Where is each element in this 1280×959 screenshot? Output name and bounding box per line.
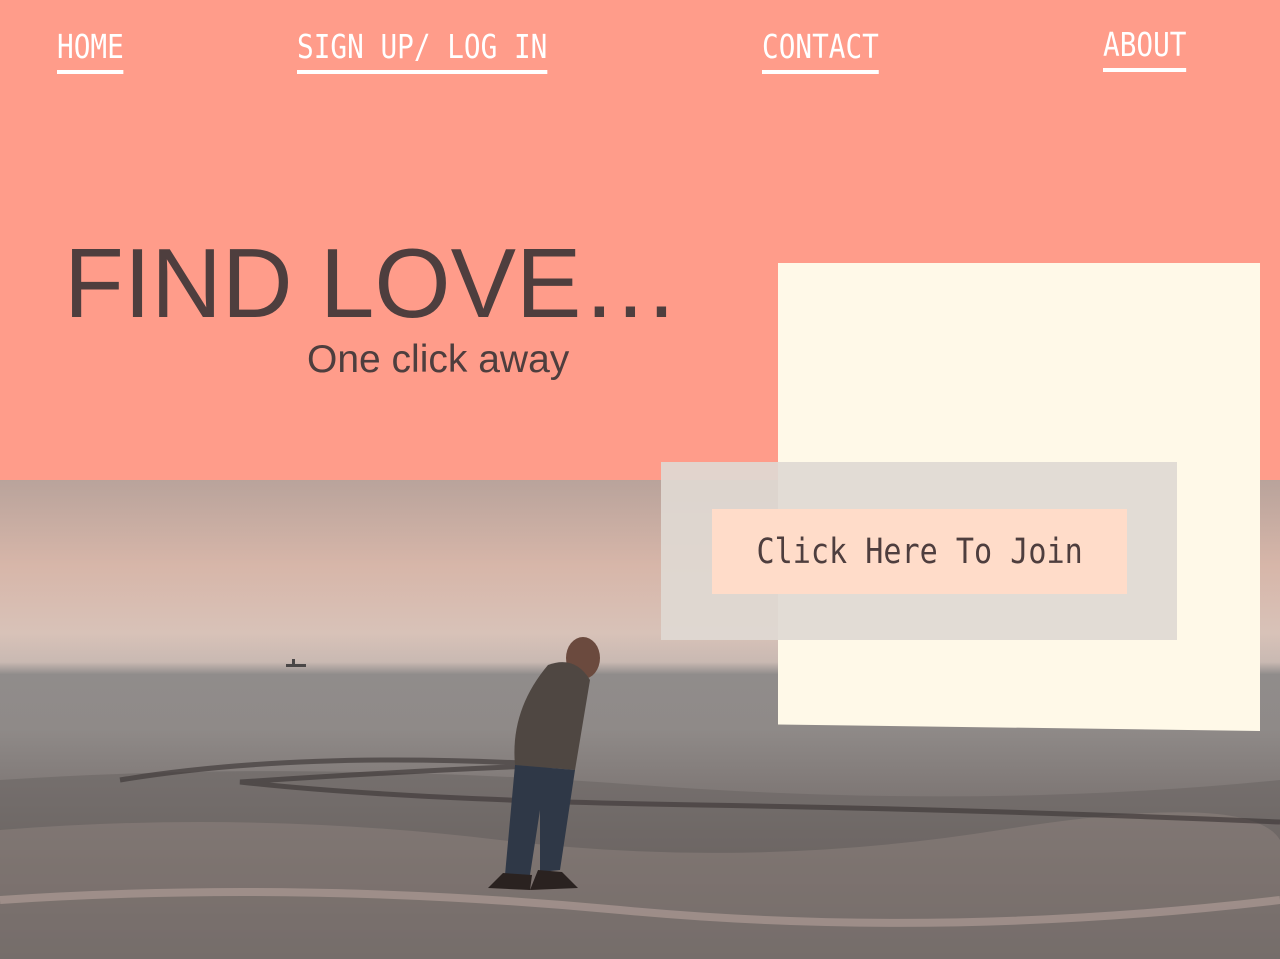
hero-title: FIND LOVE… (64, 228, 680, 338)
nav-about-link[interactable]: ABOUT (1103, 26, 1187, 72)
join-button-label: Click Here To Join (756, 531, 1083, 572)
nav-contact-link[interactable]: CONTACT (762, 28, 879, 74)
nav-signup-login-link[interactable]: SIGN UP/ LOG IN (297, 28, 548, 74)
hero-subtitle: One click away (307, 338, 570, 381)
nav-home-link[interactable]: HOME (57, 28, 124, 74)
join-button[interactable]: Click Here To Join (712, 509, 1127, 594)
